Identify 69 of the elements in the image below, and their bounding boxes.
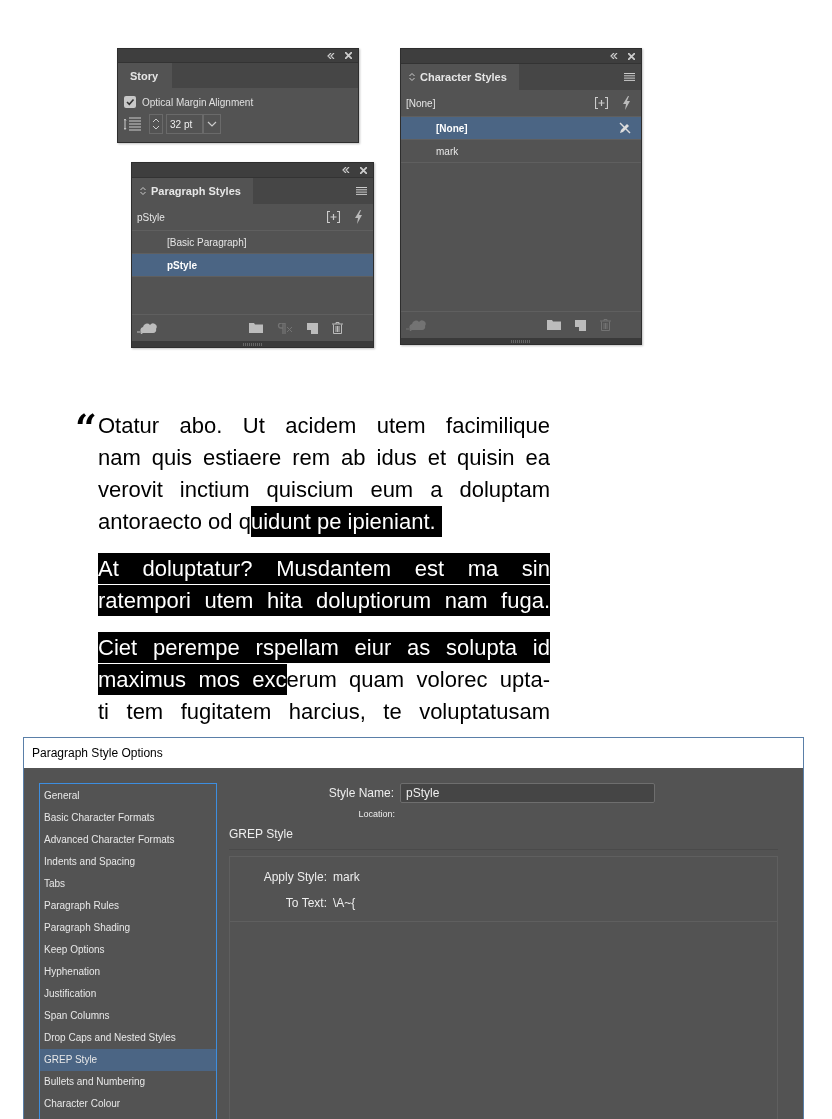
- menu-icon[interactable]: [624, 73, 635, 81]
- new-group-icon[interactable]: [327, 211, 340, 223]
- text-line: maximus mos excerum quam volorec upta-: [98, 664, 550, 696]
- size-field[interactable]: 32 pt: [166, 114, 203, 134]
- tab-label: Character Styles: [420, 71, 507, 83]
- collapse-icon[interactable]: [342, 167, 350, 173]
- category-item[interactable]: Paragraph Shading: [40, 917, 216, 939]
- category-item[interactable]: Tabs: [40, 873, 216, 895]
- text-line: ti tem fugitatem harcius, te voluptatusam: [98, 698, 550, 726]
- panel-tab[interactable]: Character Styles: [401, 64, 519, 90]
- up-down-icon: [151, 116, 161, 132]
- category-item[interactable]: GREP Style: [40, 1049, 216, 1071]
- category-item[interactable]: Basic Character Formats: [40, 807, 216, 829]
- lightning-icon[interactable]: [622, 96, 631, 110]
- trash-icon[interactable]: [332, 322, 343, 334]
- text-line: Otatur abo. Ut acidem utem facimilique: [98, 412, 550, 440]
- style-item[interactable]: [None]: [401, 117, 641, 140]
- quote-mark: “: [75, 410, 98, 452]
- updown-icon: [409, 72, 415, 82]
- updown-icon: [140, 186, 146, 196]
- field-label: Location:: [357, 809, 395, 819]
- cloud-icon[interactable]: [137, 322, 157, 334]
- rule-label: To Text:: [284, 896, 327, 910]
- text-size-icon: [124, 117, 142, 131]
- category-item[interactable]: General: [40, 785, 216, 807]
- caret-icon: [207, 121, 217, 127]
- panel-tab[interactable]: Story: [118, 63, 173, 88]
- category-item[interactable]: Drop Caps and Nested Styles: [40, 1027, 216, 1049]
- tab-label: Paragraph Styles: [151, 185, 241, 197]
- collapse-icon[interactable]: [327, 52, 335, 59]
- style-item[interactable]: pStyle: [132, 254, 373, 277]
- field-label: Style Name:: [327, 786, 394, 800]
- text-line: nam quis estiaere rem ab idus et quisin ea: [98, 444, 550, 472]
- folder-icon[interactable]: [547, 320, 561, 330]
- new-style-icon[interactable]: [307, 322, 318, 334]
- category-item[interactable]: Justification: [40, 983, 216, 1005]
- close-icon[interactable]: [360, 166, 367, 174]
- dropdown-button[interactable]: [203, 114, 221, 134]
- current-style: [None]: [406, 97, 437, 109]
- folder-icon[interactable]: [249, 323, 263, 333]
- category-item[interactable]: Keep Options: [40, 939, 216, 961]
- rule-label: Apply Style:: [262, 870, 327, 884]
- collapse-icon[interactable]: [610, 53, 618, 59]
- new-style-icon[interactable]: [575, 319, 586, 331]
- dialog-title: Paragraph Style Options: [32, 746, 163, 760]
- category-item[interactable]: Paragraph Rules: [40, 895, 216, 917]
- panel-tab[interactable]: Paragraph Styles: [132, 178, 253, 204]
- category-item[interactable]: Hyphenation: [40, 961, 216, 983]
- style-name-field[interactable]: pStyle: [400, 783, 655, 803]
- text-line: verovit inctium quiscium eum a doluptam: [98, 476, 550, 504]
- stepper[interactable]: [149, 114, 163, 134]
- menu-icon[interactable]: [356, 187, 367, 195]
- style-item[interactable]: mark: [401, 140, 641, 163]
- category-item[interactable]: Character Colour: [40, 1093, 216, 1115]
- rule-value: \A~{: [333, 896, 356, 910]
- close-icon[interactable]: [628, 52, 635, 60]
- category-item[interactable]: Span Columns: [40, 1005, 216, 1027]
- current-style: pStyle: [137, 211, 166, 223]
- lightning-icon[interactable]: [354, 210, 363, 224]
- category-item[interactable]: Indents and Spacing: [40, 851, 216, 873]
- category-item[interactable]: Advanced Character Formats: [40, 829, 216, 851]
- new-group-icon[interactable]: [595, 97, 608, 109]
- category-item[interactable]: Bullets and Numbering: [40, 1071, 216, 1093]
- checkbox[interactable]: [124, 96, 136, 108]
- section-heading: GREP Style: [229, 827, 778, 850]
- close-icon[interactable]: [345, 52, 352, 60]
- checkbox-label: Optical Margin Alignment: [142, 96, 254, 108]
- rule-value: mark: [333, 870, 360, 884]
- text-line: antoraecto od quidunt pe ipieniant.: [98, 506, 550, 538]
